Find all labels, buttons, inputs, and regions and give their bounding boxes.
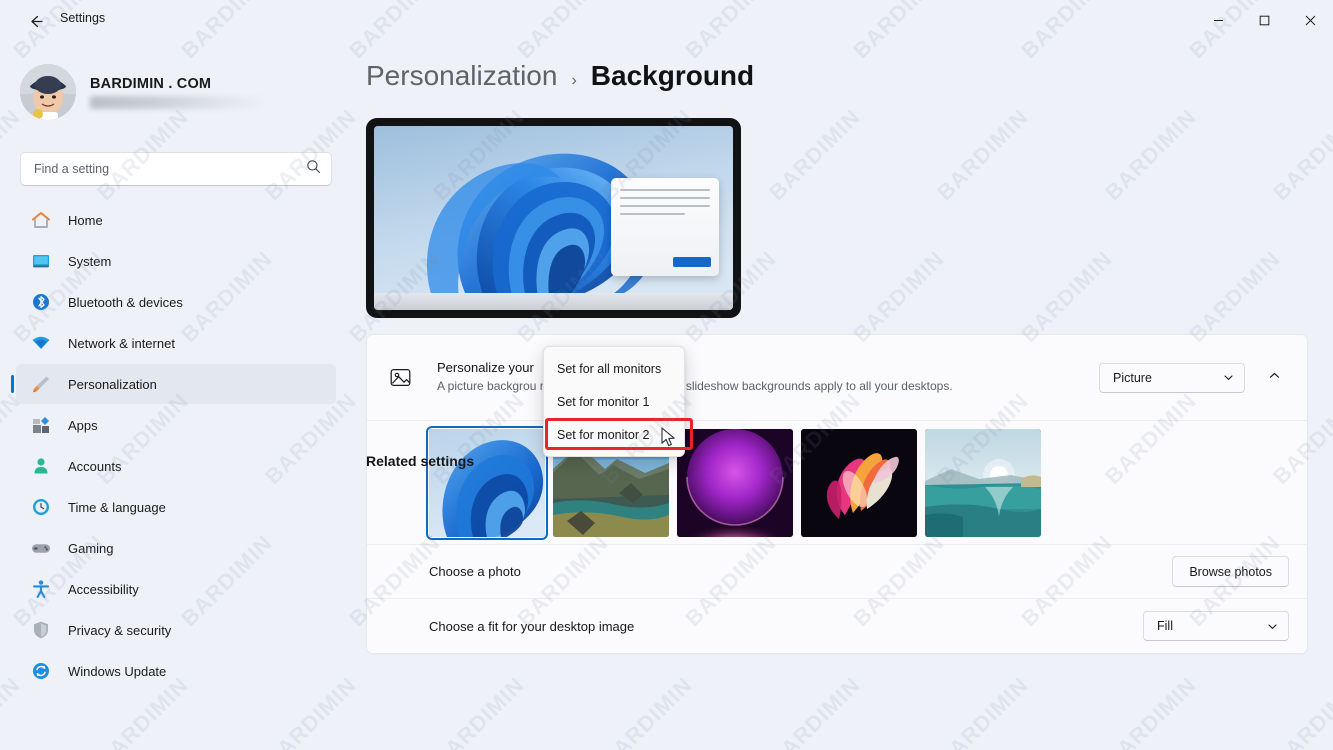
background-type-value: Picture: [1113, 370, 1152, 385]
window-controls: [1195, 0, 1333, 40]
context-menu-item-monitor-1[interactable]: Set for monitor 1: [544, 385, 684, 418]
context-menu-item-monitor-2[interactable]: Set for monitor 2: [544, 418, 684, 451]
desktop-preview-monitor: [366, 118, 741, 318]
home-icon: [30, 209, 52, 231]
wifi-icon: [30, 332, 52, 354]
recent-images-list: [385, 425, 1041, 540]
breadcrumb-parent[interactable]: Personalization: [366, 60, 557, 92]
preview-screen: [374, 126, 733, 310]
choose-fit-row: Choose a fit for your desktop image Fill: [367, 599, 1307, 653]
wallpaper-thumbnail[interactable]: [677, 428, 793, 537]
sidebar-item-label: Network & internet: [68, 335, 175, 351]
recent-images-row: [367, 421, 1307, 545]
preview-taskbar: [374, 293, 733, 310]
shield-icon: [30, 619, 52, 641]
chevron-up-icon: [1268, 369, 1281, 387]
background-type-dropdown[interactable]: Picture: [1099, 362, 1245, 393]
personalize-description-left: A picture backgrou: [437, 379, 537, 393]
minimize-button[interactable]: [1195, 0, 1241, 40]
personalize-text-block: Personalize your A picture backgrou rent…: [415, 360, 1099, 395]
sidebar-item-label: Gaming: [68, 540, 114, 556]
search-box[interactable]: [20, 152, 332, 186]
sidebar-item-bluetooth[interactable]: Bluetooth & devices: [16, 282, 336, 322]
person-icon: [30, 455, 52, 477]
sidebar-item-system[interactable]: System: [16, 241, 336, 281]
content-area: Personalization › Background Personalize…: [352, 40, 1333, 750]
close-button[interactable]: [1287, 0, 1333, 40]
sidebar-item-label: Apps: [68, 417, 98, 433]
background-settings-card: Personalize your A picture backgrou rent…: [366, 334, 1308, 654]
preview-dialog-window: [611, 178, 719, 276]
wallpaper-thumbnail[interactable]: [801, 428, 917, 537]
chevron-down-icon: [1267, 621, 1278, 632]
search-input[interactable]: [34, 162, 306, 176]
sidebar-item-time-language[interactable]: Time & language: [16, 487, 336, 527]
choose-fit-value: Fill: [1157, 619, 1173, 633]
personalize-description: A picture backgrou rent desktop. Solid c…: [437, 378, 1099, 395]
sidebar-item-privacy-security[interactable]: Privacy & security: [16, 610, 336, 650]
sidebar-item-label: Privacy & security: [68, 622, 172, 638]
window-title: Settings: [60, 11, 106, 25]
search-container: [20, 152, 332, 186]
account-block[interactable]: BARDIMIN . COM: [20, 56, 335, 128]
sidebar-item-accounts[interactable]: Accounts: [16, 446, 336, 486]
sidebar-nav: Home System Bluetooth & devices Network …: [8, 200, 344, 692]
update-icon: [30, 660, 52, 682]
picture-icon: [385, 366, 415, 389]
settings-window: Settings BARDIMIN . COM Find a setting H…: [0, 0, 1333, 750]
personalize-description-end: your desktops.: [874, 379, 953, 393]
avatar: [20, 64, 76, 120]
personalize-title: Personalize your: [437, 360, 534, 375]
browse-photos-button[interactable]: Browse photos: [1172, 556, 1289, 587]
search-icon: [306, 159, 321, 179]
sidebar-item-apps[interactable]: Apps: [16, 405, 336, 445]
breadcrumb-separator-icon: ›: [571, 72, 577, 89]
sidebar-item-label: Home: [68, 212, 103, 228]
sidebar-item-windows-update[interactable]: Windows Update: [16, 651, 336, 691]
sidebar-item-label: Windows Update: [68, 663, 167, 679]
sidebar-item-label: Bluetooth & devices: [68, 294, 183, 310]
paintbrush-icon: [30, 373, 52, 395]
personalize-background-row: Personalize your A picture backgrou rent…: [367, 335, 1307, 421]
choose-fit-dropdown[interactable]: Fill: [1143, 611, 1289, 641]
sidebar-item-label: Time & language: [68, 499, 166, 515]
gamepad-icon: [30, 537, 52, 559]
wallpaper-thumbnail[interactable]: [925, 428, 1041, 537]
clock-icon: [30, 496, 52, 518]
sidebar-item-network[interactable]: Network & internet: [16, 323, 336, 363]
account-text: BARDIMIN . COM: [90, 76, 270, 109]
monitor-context-menu: Set for all monitors Set for monitor 1 S…: [543, 346, 685, 457]
title-bar: Settings: [0, 0, 1333, 40]
choose-photo-row: Choose a photo Browse photos: [367, 545, 1307, 599]
sidebar-item-label: Accounts: [68, 458, 122, 474]
wallpaper-thumbnail[interactable]: [426, 425, 548, 540]
accessibility-icon: [30, 578, 52, 600]
sidebar-item-accessibility[interactable]: Accessibility: [16, 569, 336, 609]
sidebar-item-gaming[interactable]: Gaming: [16, 528, 336, 568]
chevron-down-icon: [1223, 372, 1234, 383]
section-expander-button[interactable]: [1259, 363, 1289, 393]
sidebar: BARDIMIN . COM Find a setting Home Syste…: [0, 40, 352, 750]
context-menu-item-all-monitors[interactable]: Set for all monitors: [544, 352, 684, 385]
page-title: Background: [590, 60, 755, 91]
maximize-button[interactable]: [1241, 0, 1287, 40]
sidebar-item-personalization[interactable]: Personalization: [11, 364, 336, 404]
related-settings-heading: Related settings: [366, 453, 475, 469]
choose-fit-label: Choose a fit for your desktop image: [429, 618, 635, 634]
bluetooth-icon: [30, 291, 52, 313]
system-icon: [30, 250, 52, 272]
sidebar-item-label: Personalization: [68, 376, 157, 392]
account-name: BARDIMIN . COM: [90, 75, 212, 92]
choose-photo-label: Choose a photo: [429, 564, 521, 579]
sidebar-item-home[interactable]: Home: [16, 200, 336, 240]
breadcrumb: Personalization › Background: [366, 60, 754, 92]
sidebar-item-label: Accessibility: [68, 581, 139, 597]
account-email-redacted: [90, 95, 270, 109]
sidebar-item-label: System: [68, 253, 112, 269]
preview-dialog-button: [673, 257, 711, 267]
apps-icon: [30, 414, 52, 436]
back-button[interactable]: [18, 8, 52, 34]
